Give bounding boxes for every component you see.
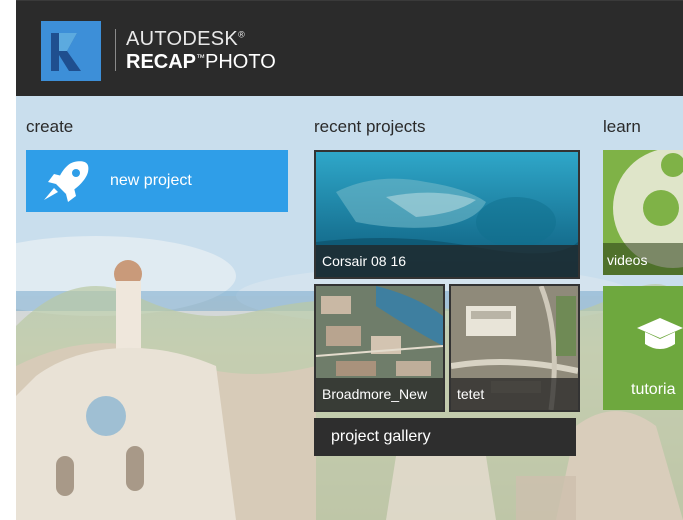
- project-tile-corsair[interactable]: Corsair 08 16: [314, 150, 580, 279]
- section-label-create: create: [26, 117, 74, 136]
- videos-label: videos: [607, 252, 648, 268]
- section-label-learn: learn: [603, 117, 641, 136]
- tutorials-label: tutoria: [631, 381, 676, 398]
- project-name: Corsair 08 16: [322, 253, 407, 269]
- brand-divider: [115, 29, 116, 71]
- new-project-button[interactable]: new project: [26, 150, 288, 212]
- project-name: Broadmore_New: [322, 386, 428, 402]
- project-caption: Broadmore_New: [316, 378, 443, 410]
- brand-autodesk: AUTODESK®: [126, 28, 245, 50]
- project-caption: Corsair 08 16: [316, 245, 578, 277]
- project-gallery-label: project gallery: [331, 428, 431, 445]
- recap-photo-window: AUTODESK® RECAP™PHOTO create recent proj…: [16, 0, 683, 520]
- project-gallery-button[interactable]: project gallery: [314, 418, 576, 456]
- learn-videos-tile[interactable]: videos: [603, 150, 683, 275]
- graduation-cap-icon: [637, 316, 683, 361]
- section-label-recent-projects: recent projects: [314, 117, 426, 136]
- videos-caption: videos: [603, 243, 683, 275]
- project-tile-tetet[interactable]: tetet: [449, 284, 580, 412]
- project-tile-broadmore[interactable]: Broadmore_New: [314, 284, 445, 412]
- project-name: tetet: [457, 386, 485, 402]
- recap-logo-icon: [41, 21, 101, 81]
- brand-product: RECAP™PHOTO: [126, 51, 276, 73]
- app-header: AUTODESK® RECAP™PHOTO: [16, 0, 683, 97]
- new-project-label: new project: [110, 172, 192, 189]
- project-caption: tetet: [451, 378, 578, 410]
- learn-tutorials-tile[interactable]: tutoria: [603, 286, 683, 410]
- rocket-icon: [40, 158, 92, 204]
